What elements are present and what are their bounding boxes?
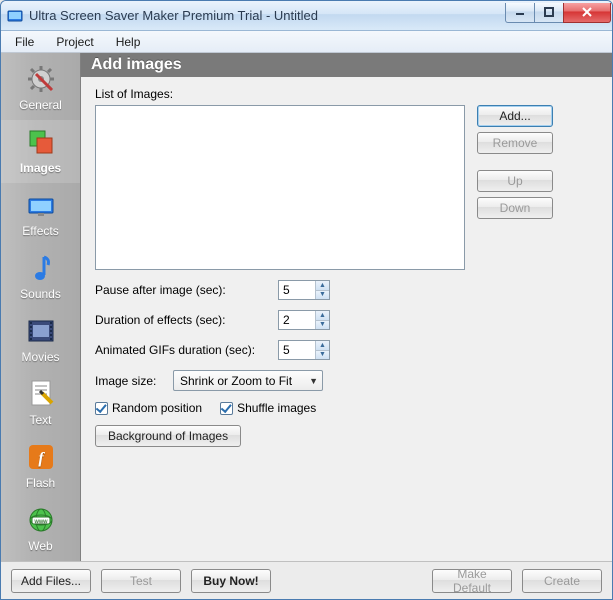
shuffle-images-label: Shuffle images — [237, 401, 316, 415]
add-button[interactable]: Add... — [477, 105, 553, 127]
buy-now-button[interactable]: Buy Now! — [191, 569, 271, 593]
sidebar: General Images Effects Sounds — [1, 53, 81, 561]
sidebar-item-web[interactable]: www Web — [1, 498, 80, 561]
checkbox-icon — [220, 402, 233, 415]
gif-spin-up[interactable]: ▲ — [316, 341, 329, 350]
app-window: Ultra Screen Saver Maker Premium Trial -… — [0, 0, 613, 600]
app-icon — [7, 8, 23, 24]
menubar: File Project Help — [1, 31, 612, 53]
menu-help[interactable]: Help — [106, 33, 151, 51]
footer: Add Files... Test Buy Now! Make Default … — [1, 561, 612, 599]
sidebar-item-general[interactable]: General — [1, 57, 80, 120]
sidebar-item-label: Text — [29, 413, 51, 427]
images-listbox[interactable] — [95, 105, 465, 270]
titlebar[interactable]: Ultra Screen Saver Maker Premium Trial -… — [1, 1, 612, 31]
body: General Images Effects Sounds — [1, 53, 612, 561]
minimize-button[interactable] — [505, 3, 535, 23]
pause-label: Pause after image (sec): — [95, 283, 270, 297]
effects-icon — [25, 189, 57, 221]
gif-label: Animated GIFs duration (sec): — [95, 343, 270, 357]
pause-input-wrap: ▲▼ — [278, 280, 330, 300]
maximize-button[interactable] — [534, 3, 564, 23]
images-icon — [25, 126, 57, 158]
pause-spin-up[interactable]: ▲ — [316, 281, 329, 290]
down-button[interactable]: Down — [477, 197, 553, 219]
duration-spin-up[interactable]: ▲ — [316, 311, 329, 320]
test-button[interactable]: Test — [101, 569, 181, 593]
duration-input[interactable] — [279, 311, 315, 329]
flash-icon: f — [25, 441, 57, 473]
sidebar-item-label: Images — [20, 161, 61, 175]
create-button[interactable]: Create — [522, 569, 602, 593]
chevron-down-icon: ▼ — [309, 376, 318, 386]
sidebar-item-images[interactable]: Images — [1, 120, 80, 183]
shuffle-images-checkbox[interactable]: Shuffle images — [220, 401, 316, 415]
sidebar-item-movies[interactable]: Movies — [1, 309, 80, 372]
sidebar-item-sounds[interactable]: Sounds — [1, 246, 80, 309]
window-title: Ultra Screen Saver Maker Premium Trial -… — [29, 8, 506, 23]
panel-body: List of Images: Add... Remove Up Down Pa… — [81, 77, 612, 561]
sidebar-item-flash[interactable]: f Flash — [1, 435, 80, 498]
checkbox-icon — [95, 402, 108, 415]
panel-title: Add images — [81, 53, 612, 77]
remove-button[interactable]: Remove — [477, 132, 553, 154]
sidebar-item-label: Effects — [22, 224, 58, 238]
duration-spin-down[interactable]: ▼ — [316, 320, 329, 330]
gif-spin-down[interactable]: ▼ — [316, 350, 329, 360]
sidebar-item-text[interactable]: Text — [1, 372, 80, 435]
content-area: Add images List of Images: Add... Remove… — [81, 53, 612, 561]
gif-input[interactable] — [279, 341, 315, 359]
sidebar-item-label: Web — [28, 539, 52, 553]
pause-input[interactable] — [279, 281, 315, 299]
music-note-icon — [25, 252, 57, 284]
menu-file[interactable]: File — [5, 33, 44, 51]
gif-input-wrap: ▲▼ — [278, 340, 330, 360]
size-label: Image size: — [95, 374, 165, 388]
duration-input-wrap: ▲▼ — [278, 310, 330, 330]
up-button[interactable]: Up — [477, 170, 553, 192]
sidebar-item-label: Movies — [21, 350, 59, 364]
sidebar-item-label: Flash — [26, 476, 55, 490]
background-of-images-button[interactable]: Background of Images — [95, 425, 241, 447]
pause-spin-down[interactable]: ▼ — [316, 290, 329, 300]
film-icon — [25, 315, 57, 347]
make-default-button[interactable]: Make Default — [432, 569, 512, 593]
sidebar-item-label: Sounds — [20, 287, 61, 301]
sidebar-item-effects[interactable]: Effects — [1, 183, 80, 246]
random-position-checkbox[interactable]: Random position — [95, 401, 202, 415]
document-icon — [25, 378, 57, 410]
close-button[interactable] — [563, 3, 611, 23]
duration-label: Duration of effects (sec): — [95, 313, 270, 327]
add-files-button[interactable]: Add Files... — [11, 569, 91, 593]
window-controls — [506, 3, 611, 23]
image-size-select[interactable]: Shrink or Zoom to Fit ▼ — [173, 370, 323, 391]
globe-icon: www — [25, 504, 57, 536]
menu-project[interactable]: Project — [46, 33, 103, 51]
gear-icon — [25, 63, 57, 95]
list-label: List of Images: — [95, 87, 598, 101]
image-size-value: Shrink or Zoom to Fit — [180, 374, 292, 388]
random-position-label: Random position — [112, 401, 202, 415]
svg-text:www: www — [33, 519, 48, 525]
sidebar-item-label: General — [19, 98, 62, 112]
